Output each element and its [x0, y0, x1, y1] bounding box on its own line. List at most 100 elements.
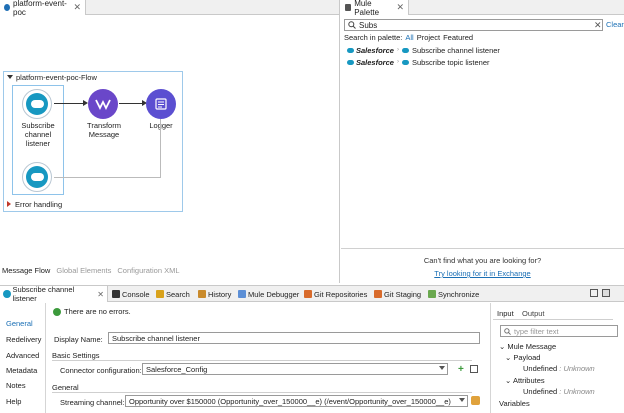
response-salesforce-node[interactable] [22, 162, 52, 192]
chevron-down-icon [459, 398, 465, 402]
scope-featured[interactable]: Featured [443, 33, 473, 42]
salesforce-cloud-icon [3, 290, 11, 298]
git-icon [304, 290, 312, 298]
tab-history[interactable]: History [198, 286, 231, 302]
search-icon [504, 327, 511, 335]
tab-git-staging[interactable]: Git Staging [374, 286, 421, 302]
tab-input[interactable]: Input [497, 309, 514, 318]
tree-label: Payload [513, 353, 541, 362]
return-line [54, 177, 161, 178]
result-label: Subscribe topic listener [411, 57, 490, 67]
tree-type: : Unknown [559, 364, 595, 373]
tree-mule-message[interactable]: ⌄ Mule Message [499, 342, 556, 351]
tree-value: Undefined [523, 387, 558, 396]
palette-icon [345, 4, 352, 11]
nav-metadata[interactable]: Metadata [6, 366, 37, 375]
nav-advanced[interactable]: Advanced [6, 351, 39, 360]
tab-search[interactable]: Search [156, 286, 190, 302]
flow-name: platform-event-poc-Flow [16, 72, 97, 82]
general-section-heading: General [52, 383, 79, 392]
palette-search-value: Subs [359, 20, 378, 30]
salesforce-operation-icon [401, 47, 409, 53]
edit-config-icon[interactable] [470, 365, 478, 373]
editor-tab-label: platform-event-poc [13, 0, 67, 17]
close-icon[interactable]: ✕ [396, 2, 404, 13]
cant-find-text: Can't find what you are looking for? [423, 256, 542, 265]
tab-git-repositories[interactable]: Git Repositories [304, 286, 367, 302]
nav-general[interactable]: General [6, 319, 33, 328]
nav-redelivery[interactable]: Redelivery [6, 335, 41, 344]
close-icon[interactable]: ✕ [97, 290, 104, 299]
git-staging-icon [374, 290, 382, 298]
flow-connector [119, 103, 143, 104]
scope-project[interactable]: Project [417, 33, 440, 42]
palette-tab-label: Mule Palette [354, 0, 380, 17]
tab-console[interactable]: Console [112, 286, 150, 302]
properties-main: There are no errors. Display Name: Subsc… [48, 303, 488, 413]
input-output-pane: Input Output type filter text ⌄ Mule Mes… [490, 303, 624, 413]
filter-input[interactable]: type filter text [500, 325, 618, 337]
subscribe-channel-listener-node[interactable] [22, 89, 52, 119]
node-label-line: Transform [87, 121, 121, 130]
streaming-channel-select[interactable]: Opportunity over $150000 (Opportunity_ov… [125, 395, 468, 407]
tab-message-flow[interactable]: Message Flow [2, 266, 50, 278]
connector-config-select[interactable]: Salesforce_Config [142, 363, 448, 375]
maximize-icon[interactable] [602, 289, 610, 297]
close-icon[interactable]: ✕ [73, 2, 81, 13]
tab-synchronize[interactable]: Synchronize [428, 286, 479, 302]
clear-x-icon[interactable]: ✕ [594, 19, 604, 31]
error-handling-section[interactable]: Error handling [4, 198, 182, 210]
nav-help[interactable]: Help [6, 397, 21, 406]
io-divider [493, 319, 613, 320]
tab-output[interactable]: Output [522, 309, 545, 318]
add-config-icon[interactable]: + [458, 365, 464, 375]
salesforce-cloud-icon [26, 166, 48, 188]
editor-tab-platform-event-poc[interactable]: platform-event-poc ✕ [0, 0, 86, 17]
flow-container[interactable]: platform-event-poc-Flow Subscribe channe… [3, 71, 183, 212]
nav-notes[interactable]: Notes [6, 381, 26, 390]
tab-mule-debugger[interactable]: Mule Debugger [238, 286, 299, 302]
salesforce-cloud-icon [26, 93, 48, 115]
search-icon [156, 290, 164, 298]
palette-result-item[interactable]: Salesforce › Subscribe channel listener [347, 45, 500, 55]
scope-all[interactable]: All [405, 33, 413, 42]
streaming-channel-value: Opportunity over $150000 (Opportunity_ov… [129, 396, 451, 406]
tab-global-elements[interactable]: Global Elements [56, 266, 111, 278]
status-text: There are no errors. [64, 307, 131, 316]
tab-configuration-xml[interactable]: Configuration XML [117, 266, 179, 278]
salesforce-cloud-icon [347, 59, 354, 65]
palette-search-scope: Search in palette: All Project Featured [344, 33, 473, 42]
expand-triangle-icon[interactable] [7, 201, 11, 207]
connector-config-label: Connector configuration: [60, 366, 142, 375]
refresh-metadata-icon[interactable] [471, 396, 480, 405]
tree-variables[interactable]: Variables [499, 399, 530, 408]
logger-node[interactable] [146, 89, 176, 119]
tab-label: Console [122, 289, 150, 299]
console-icon [112, 290, 120, 298]
tree-label: Mule Message [507, 342, 557, 351]
collapse-triangle-icon[interactable] [7, 75, 13, 79]
tree-payload[interactable]: ⌄ Payload [505, 353, 540, 362]
flow-connector [54, 103, 84, 104]
chevron-right-icon: › [396, 47, 399, 53]
node-label-line: Subscribe [21, 121, 55, 130]
exchange-link[interactable]: Try looking for it in Exchange [341, 269, 624, 278]
tab-mule-palette[interactable]: Mule Palette ✕ [341, 0, 409, 17]
tab-subscribe-channel-listener[interactable]: Subscribe channel listener ✕ [0, 285, 108, 303]
flow-header[interactable]: platform-event-poc-Flow [4, 72, 182, 82]
display-name-field[interactable]: Subscribe channel listener [108, 332, 480, 344]
node-label-line: channel [24, 130, 52, 139]
minimize-icon[interactable] [590, 289, 598, 297]
tab-label: Search [166, 289, 190, 299]
tree-attributes[interactable]: ⌄ Attributes [505, 376, 545, 385]
transform-message-node[interactable] [88, 89, 118, 119]
subscribe-node-label: Subscribe channel listener [12, 121, 64, 148]
editor-tabbar: platform-event-poc ✕ [0, 0, 339, 17]
debugger-icon [238, 290, 246, 298]
salesforce-cloud-icon [347, 47, 354, 53]
tab-label: History [208, 289, 232, 299]
clear-button[interactable]: Clear [606, 20, 624, 29]
palette-search-input[interactable]: Subs [344, 19, 603, 31]
module-name: Salesforce [356, 57, 394, 67]
palette-result-item[interactable]: Salesforce › Subscribe topic listener [347, 57, 490, 67]
